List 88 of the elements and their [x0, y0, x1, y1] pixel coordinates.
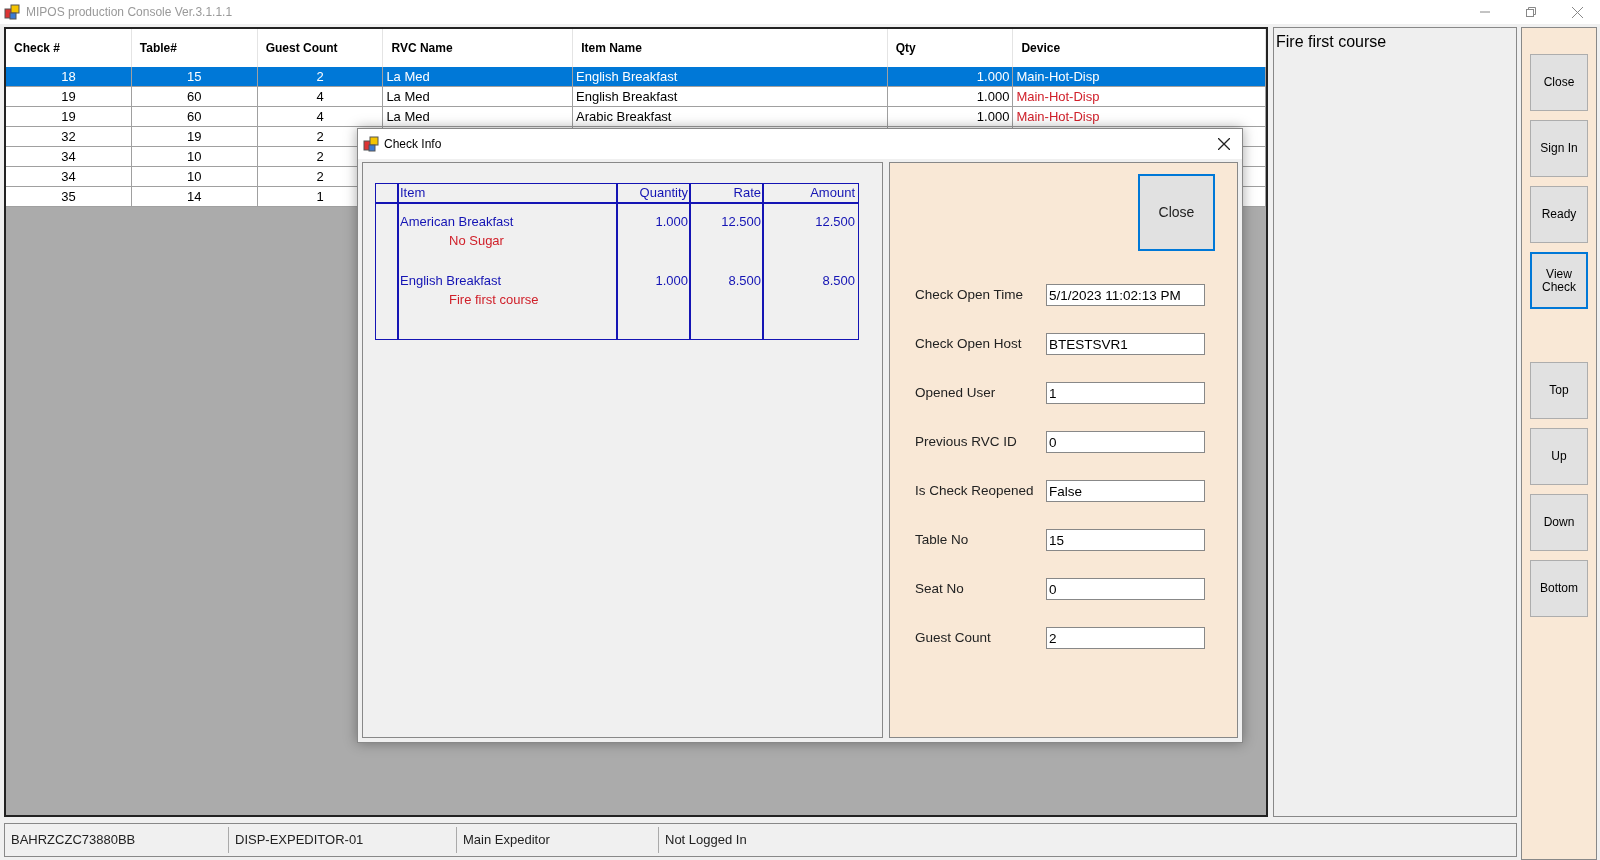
grid-cell-text: 34 — [61, 167, 76, 186]
field-label: Check Open Host — [915, 334, 1023, 353]
status-text: DISP-EXPEDITOR-01 — [235, 831, 364, 850]
item-value: 12.500 — [721, 214, 761, 229]
restore-icon — [1526, 7, 1536, 17]
side-button[interactable]: View Check — [1530, 252, 1588, 309]
field-label: Check Open Time — [915, 285, 1025, 304]
grid-cell-text: 19 — [187, 127, 202, 146]
items-column-header: Item — [400, 184, 426, 203]
grid-cell-text: Main-Hot-Disp — [1016, 67, 1100, 86]
grid-cell-text: Arabic Breakfast — [576, 107, 672, 126]
field-label: Is Check Reopened — [915, 481, 1035, 500]
grid-cell-text: 10 — [187, 167, 202, 186]
grid-cell-text: Main-Hot-Disp — [1016, 87, 1100, 106]
grid-cell-text: 32 — [61, 127, 76, 146]
item-modifier: No Sugar — [448, 232, 505, 250]
items-column-header: Amount — [810, 184, 855, 203]
grid-cell-text: 4 — [316, 107, 324, 126]
field-label: Opened User — [915, 383, 997, 402]
grid-cell-text: La Med — [386, 107, 430, 126]
grid-cell-text: 1.000 — [976, 87, 1010, 106]
grid-cell-text: 2 — [316, 167, 324, 186]
grid-row[interactable]: 19 60 4 La Med Arabic Breakfast 1.000 Main-Hot-Disp — [6, 107, 1266, 127]
grid-cell-text: 15 — [186, 67, 202, 86]
item-value: 12.500 — [815, 214, 855, 229]
field-label: Table No — [915, 530, 970, 549]
field-label: Guest Count — [915, 628, 992, 647]
item-value: 8.500 — [728, 273, 761, 288]
status-text: Main Expeditor — [463, 831, 550, 850]
grid-cell-text: 2 — [316, 127, 324, 146]
app-icon — [363, 136, 379, 152]
grid-cell-text: 19 — [61, 107, 76, 126]
grid-cell-text: 18 — [61, 67, 76, 86]
grid-cell-text: 14 — [187, 187, 202, 206]
grid-cell-text: 10 — [187, 147, 202, 166]
side-button[interactable]: Top — [1530, 362, 1588, 419]
grid-cell-text: 34 — [61, 147, 76, 166]
grid-cell-text: La Med — [386, 67, 430, 86]
grid-cell-text: 60 — [186, 107, 202, 126]
side-button[interactable]: Up — [1530, 428, 1588, 485]
item-name: American Breakfast — [399, 213, 515, 231]
side-button[interactable]: Ready — [1530, 186, 1588, 243]
grid-cell-text: English Breakfast — [576, 87, 678, 106]
items-column-header: Quantity — [639, 184, 688, 203]
field-input[interactable]: 0 — [1046, 578, 1205, 600]
grid-cell-text: 2 — [316, 67, 324, 86]
status-text: BAHRZCZC73880BB — [11, 831, 136, 850]
field-input[interactable]: 0 — [1046, 431, 1205, 453]
grid-row[interactable]: 19 60 4 La Med English Breakfast 1.000 Main-Hot-Disp — [6, 87, 1266, 107]
field-input[interactable]: 5/1/2023 11:02:13 PM — [1046, 284, 1205, 306]
window-title: MIPOS production Console Ver.3.1.1.1 — [26, 4, 233, 21]
item-name: English Breakfast — [399, 272, 503, 290]
minimize-icon — [1480, 11, 1490, 13]
field-input[interactable]: 1 — [1046, 382, 1205, 404]
item-modifier: Fire first course — [448, 291, 540, 309]
grid-cell-text: 19 — [61, 87, 76, 106]
grid-cell-text: La Med — [386, 87, 430, 106]
item-value: 8.500 — [822, 273, 855, 288]
field-label: Seat No — [915, 579, 965, 598]
item-value: 1.000 — [655, 273, 688, 288]
status-text: Not Logged In — [665, 831, 747, 850]
note-text: Fire first course — [1276, 33, 1387, 50]
grid-cell-text: 35 — [61, 187, 76, 206]
grid-cell-text: Main-Hot-Disp — [1016, 107, 1100, 126]
grid-cell-text: 2 — [316, 147, 324, 166]
grid-cell-text: 1.000 — [976, 67, 1010, 86]
app-icon — [4, 4, 20, 20]
side-button[interactable]: Close — [1530, 54, 1588, 111]
grid-row[interactable]: 18 15 2 La Med English Breakfast 1.000 Main-Hot-Disp — [6, 67, 1266, 87]
field-input[interactable]: 2 — [1046, 627, 1205, 649]
grid-cell-text: 60 — [186, 87, 202, 106]
close-icon — [1571, 6, 1583, 18]
items-column-header: Rate — [733, 184, 761, 203]
grid-cell-text: 1.000 — [976, 107, 1010, 126]
grid-cell-text: 1 — [316, 187, 324, 206]
field-label: Previous RVC ID — [915, 432, 1018, 451]
close-icon — [1218, 138, 1230, 150]
item-value: 1.000 — [655, 214, 688, 229]
field-input[interactable]: 15 — [1046, 529, 1205, 551]
grid-cell-text: English Breakfast — [576, 67, 678, 86]
close-check-button[interactable]: Close — [1138, 174, 1215, 251]
field-input[interactable]: False — [1046, 480, 1205, 502]
side-button[interactable]: Down — [1530, 494, 1588, 551]
side-button[interactable]: Sign In — [1530, 120, 1588, 177]
side-button[interactable]: Bottom — [1530, 560, 1588, 617]
dialog-title: Check Info — [384, 136, 442, 153]
grid-cell-text: 4 — [316, 87, 324, 106]
field-input[interactable]: BTESTSVR1 — [1046, 333, 1205, 355]
